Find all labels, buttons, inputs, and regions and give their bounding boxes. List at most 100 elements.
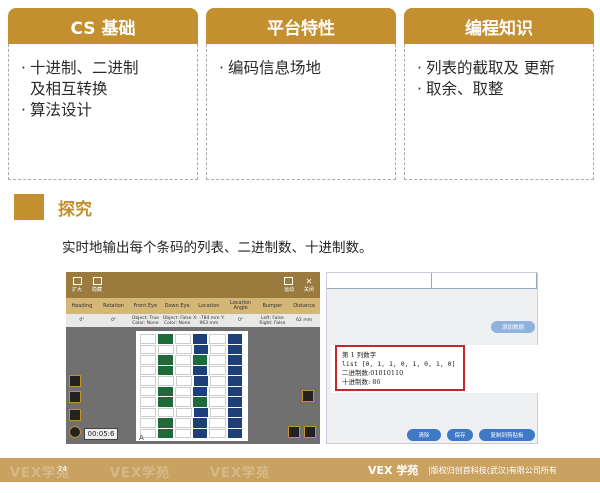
console-line: list [0, 1, 1, 0, 1, 0, 1, 0] bbox=[342, 360, 456, 368]
barcode-cell bbox=[158, 386, 173, 396]
hide-icon bbox=[92, 277, 102, 285]
value-cell: Left: False Right: False bbox=[259, 315, 286, 326]
barcode-cell bbox=[140, 376, 156, 386]
clear-button[interactable]: 清除 bbox=[407, 429, 441, 441]
barcode-cell bbox=[174, 355, 191, 365]
barcode-cell bbox=[174, 397, 191, 407]
card-body: · 列表的截取及 更新 · 取余、取整 bbox=[404, 44, 594, 180]
expand-button[interactable]: 扩大 bbox=[72, 277, 82, 293]
barcode-cell bbox=[158, 418, 173, 428]
barcode-cell bbox=[209, 334, 226, 344]
barcode-cell bbox=[227, 428, 242, 438]
reset-icon[interactable] bbox=[69, 426, 81, 438]
console-line: 第 1 列数字 bbox=[342, 351, 377, 359]
barcode-cell bbox=[194, 376, 208, 386]
barcode-cell bbox=[192, 334, 208, 344]
barcode-cell bbox=[158, 428, 173, 438]
barcode-cell bbox=[209, 418, 226, 428]
card-body: · 编码信息场地 bbox=[206, 44, 396, 180]
barcode-cell bbox=[140, 365, 157, 375]
barcode-cell bbox=[140, 397, 157, 407]
close-button[interactable]: ✕ 关闭 bbox=[304, 277, 314, 293]
barcode-cell bbox=[194, 407, 208, 417]
value-cell: 62 mm bbox=[296, 318, 313, 323]
barcode-cell bbox=[158, 355, 173, 365]
settings-icon[interactable] bbox=[304, 426, 316, 438]
card-programming-knowledge: 编程知识 · 列表的截取及 更新 · 取余、取整 bbox=[404, 8, 594, 180]
panel-tab[interactable] bbox=[432, 273, 537, 288]
value-cell: 0° bbox=[111, 318, 117, 323]
barcode-cell bbox=[140, 386, 157, 396]
simulator-toolbar: 扩大 隐藏 运动 ✕ 关闭 bbox=[66, 272, 320, 298]
section-heading: 探究 bbox=[14, 194, 92, 220]
card-body: · 十进制、二进制 及相互转换 · 算法设计 bbox=[8, 44, 198, 180]
barcode-row bbox=[140, 407, 244, 417]
barcode-cell bbox=[174, 418, 191, 428]
console-output: 第 1 列数字 list [0, 1, 1, 0, 1, 0, 1, 0] 二进… bbox=[331, 345, 539, 393]
value-cell: 0° bbox=[238, 318, 244, 323]
move-icon bbox=[284, 277, 294, 285]
expand-icon bbox=[72, 277, 82, 285]
barcode-cell bbox=[158, 365, 173, 375]
barcode-cell bbox=[158, 376, 174, 386]
barcode-row bbox=[140, 334, 244, 344]
add-data-button[interactable]: 添加数据 bbox=[491, 321, 535, 333]
barcode-cell bbox=[174, 428, 191, 438]
map-icon[interactable] bbox=[302, 390, 314, 402]
hide-button[interactable]: 隐藏 bbox=[92, 277, 102, 293]
barcode-cell bbox=[209, 386, 226, 396]
barcode-row bbox=[140, 344, 244, 354]
barcode-cell bbox=[210, 344, 226, 354]
save-button[interactable]: 保存 bbox=[447, 429, 473, 441]
barcode-cell bbox=[174, 365, 191, 375]
console-line: 十进制数: 86 bbox=[342, 378, 381, 386]
barcode-cell bbox=[176, 376, 192, 386]
folder-icon[interactable] bbox=[288, 426, 300, 438]
stop-icon[interactable] bbox=[69, 409, 81, 421]
barcode-row bbox=[140, 418, 244, 428]
card-title: 平台特性 bbox=[206, 8, 396, 44]
barcode-cell bbox=[192, 418, 208, 428]
barcode-cell bbox=[227, 334, 242, 344]
location-icon[interactable] bbox=[69, 391, 81, 403]
barcode-cell bbox=[140, 334, 157, 344]
barcode-cell bbox=[140, 355, 157, 365]
move-button[interactable]: 运动 bbox=[284, 277, 294, 293]
copy-to-clipboard-button[interactable]: 复制到剪贴板 bbox=[479, 429, 535, 441]
barcode-cell bbox=[227, 355, 242, 365]
card-title: 编程知识 bbox=[404, 8, 594, 44]
barcode-cell bbox=[158, 407, 174, 417]
header-cell: Location Angle bbox=[230, 300, 252, 311]
section-marker bbox=[14, 194, 44, 220]
header-cell: Down Eye bbox=[164, 302, 190, 309]
console-highlight: 第 1 列数字 list [0, 1, 1, 0, 1, 0, 1, 0] 二进… bbox=[335, 345, 465, 391]
footer-watermark: VEX学苑 bbox=[210, 466, 270, 481]
barcode-cell bbox=[192, 397, 208, 407]
section-description: 实时地输出每个条码的列表、二进制数、十进制数。 bbox=[62, 240, 373, 256]
barcode-cell bbox=[140, 418, 157, 428]
sensor-value-row: 0° 0° Object: True Color: None Object: F… bbox=[66, 314, 320, 327]
barcode-row bbox=[140, 365, 244, 375]
barcode-cell bbox=[228, 344, 242, 354]
bullet-item: · 十进制、二进制 bbox=[21, 59, 139, 77]
sensor-header-row: Heading Rotation Front Eye Down Eye Loca… bbox=[66, 298, 320, 314]
page-footer: VEX学苑 VEX学苑 VEX学苑 24 VEX 学苑 |版权归创首科技(武汉)… bbox=[0, 458, 600, 482]
panel-tabs bbox=[327, 273, 537, 289]
barcode-cell bbox=[227, 386, 242, 396]
barcode-cell bbox=[176, 407, 192, 417]
barcode-cell bbox=[158, 334, 173, 344]
barcode-cell bbox=[227, 365, 242, 375]
barcode-cell bbox=[158, 397, 173, 407]
barcode-row bbox=[140, 355, 244, 365]
barcode-cell bbox=[192, 428, 208, 438]
panel-tab[interactable] bbox=[327, 273, 432, 288]
page-number: 24 bbox=[58, 465, 67, 473]
barcode-cell bbox=[228, 407, 242, 417]
barcode-cell bbox=[194, 344, 208, 354]
barcode-row bbox=[140, 386, 244, 396]
barcode-cell bbox=[174, 334, 191, 344]
path-icon[interactable] bbox=[69, 375, 81, 387]
header-cell: Location bbox=[198, 302, 220, 309]
barcode-cell bbox=[176, 344, 192, 354]
barcode-cell bbox=[209, 355, 226, 365]
